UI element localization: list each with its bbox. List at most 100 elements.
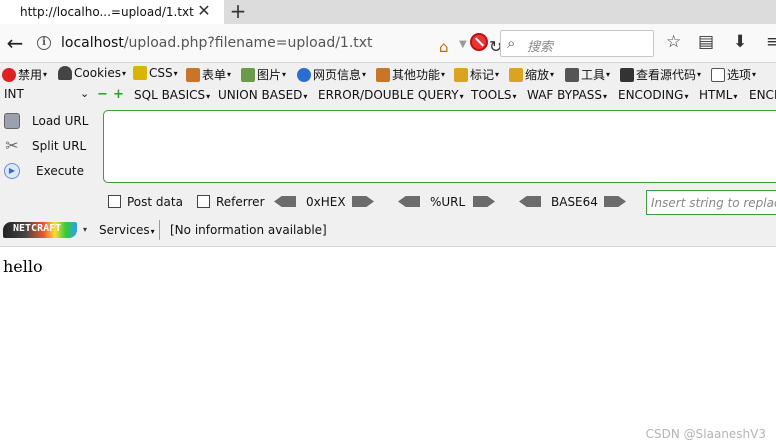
separator: [159, 220, 160, 240]
menu-label: 图片: [257, 68, 282, 82]
increment-icon[interactable]: +: [113, 87, 124, 102]
split-url-label: Split URL: [32, 139, 87, 153]
menu-cookies[interactable]: Cookies ▾: [58, 66, 126, 80]
menu-label: 工具: [581, 68, 606, 82]
url-text[interactable]: localhost/upload.php?filename=upload/1.t…: [61, 35, 373, 51]
view-source-icon: [620, 67, 634, 82]
hackbar-label: TOOLS: [471, 88, 512, 102]
hackbar-label: ENCODING: [618, 88, 684, 102]
menu-label: 禁用: [18, 68, 43, 82]
url-decode-arrow-icon[interactable]: [398, 196, 420, 207]
url-textarea[interactable]: [103, 110, 776, 183]
referrer-label: Referrer: [216, 195, 265, 209]
menu-label: CSS: [149, 66, 173, 80]
hackbar-encryption[interactable]: ENCI: [749, 88, 776, 102]
tab-title: http://localho...=upload/1.txt: [20, 5, 194, 19]
url-dropdown-icon[interactable]: ▼: [459, 39, 467, 50]
netcraft-bar: NETCRAFT ▾ Services▾ [No information ava…: [0, 216, 776, 244]
insert-string-input[interactable]: Insert string to replace: [646, 190, 776, 215]
menu-options[interactable]: 选项 ▾: [711, 66, 756, 83]
hex-decode-arrow-icon[interactable]: [274, 196, 296, 207]
url-bar[interactable]: localhost/upload.php?filename=upload/1.t…: [57, 30, 502, 58]
services-menu[interactable]: Services▾: [99, 223, 155, 237]
close-tab-icon[interactable]: ✕: [195, 2, 213, 20]
hackbar-label: ENCI: [749, 88, 776, 102]
home-icon[interactable]: ⌂: [439, 38, 449, 56]
base64-encode-arrow-icon[interactable]: [604, 196, 626, 207]
menu-label: 标记: [470, 68, 495, 82]
hackbar-union-based[interactable]: UNION BASED▾: [218, 88, 307, 102]
menu-label: 其他功能: [392, 68, 441, 82]
info-icon: [297, 67, 311, 82]
load-url-icon: [4, 113, 20, 129]
menu-page-info[interactable]: 网页信息 ▾: [297, 66, 366, 83]
hackbar-panel: Load URL ✂ Split URL ▶ Execute Post data…: [0, 106, 776, 246]
hackbar-sql-basics[interactable]: SQL BASICS▾: [134, 88, 210, 102]
pencil-icon: [454, 67, 468, 82]
hackbar-encoding[interactable]: ENCODING▾: [618, 88, 688, 102]
menu-label: 缩放: [525, 68, 550, 82]
hex-encode-arrow-icon[interactable]: [352, 196, 374, 207]
search-box[interactable]: ⌕ 搜索: [500, 30, 654, 57]
menu-label: Cookies: [74, 66, 121, 80]
noscript-icon[interactable]: [470, 33, 488, 51]
back-button[interactable]: ←: [2, 31, 28, 57]
options-icon: [711, 67, 725, 82]
web-developer-toolbar: 禁用 ▾ Cookies ▾ CSS ▾ 表单 ▾ 图片 ▾ 网页信息 ▾ 其他功能 ▾ 标记…: [0, 63, 776, 85]
menu-forms[interactable]: 表单 ▾: [186, 66, 231, 83]
split-url-button[interactable]: ✂ Split URL: [0, 134, 100, 158]
site-info-icon[interactable]: i: [37, 36, 51, 50]
referrer-checkbox[interactable]: [197, 195, 210, 208]
misc-icon: [376, 67, 390, 82]
base64-decode-arrow-icon[interactable]: [519, 196, 541, 207]
hackbar-waf-bypass[interactable]: WAF BYPASS▾: [527, 88, 607, 102]
hackbar-label: WAF BYPASS: [527, 88, 602, 102]
options-row: Post data Referrer 0xHEX %URL BASE64 Ins…: [0, 188, 776, 215]
menu-tools[interactable]: 工具 ▾: [565, 66, 610, 83]
services-label: Services: [99, 223, 150, 237]
url-encode-arrow-icon[interactable]: [473, 196, 495, 207]
netcraft-logo[interactable]: NETCRAFT: [3, 222, 77, 238]
chevron-down-icon: ⌄: [80, 87, 90, 100]
type-select[interactable]: INT ⌄: [4, 87, 90, 104]
menu-resize[interactable]: 缩放 ▾: [509, 66, 554, 83]
post-data-checkbox[interactable]: [108, 195, 121, 208]
menu-view-source[interactable]: 查看源代码 ▾: [620, 66, 701, 83]
reading-list-icon[interactable]: ▤: [698, 32, 714, 52]
navigation-bar: ← i localhost/upload.php?filename=upload…: [0, 24, 776, 63]
menu-misc[interactable]: 其他功能 ▾: [376, 66, 445, 83]
menu-css[interactable]: CSS ▾: [133, 66, 178, 80]
browser-tab[interactable]: http://localho...=upload/1.txt ✕: [0, 0, 224, 24]
new-tab-button[interactable]: +: [228, 0, 248, 24]
hackbar-menu: INT ⌄ − + SQL BASICS▾ UNION BASED▾ ERROR…: [0, 85, 776, 106]
search-icon: ⌕: [507, 34, 516, 52]
hackbar-html[interactable]: HTML▾: [699, 88, 737, 102]
menu-images[interactable]: 图片 ▾: [241, 66, 286, 83]
cookies-icon: [58, 66, 72, 80]
play-icon: ▶: [4, 163, 20, 179]
execute-label: Execute: [36, 164, 84, 178]
menu-outline[interactable]: 标记 ▾: [454, 66, 499, 83]
menu-icon[interactable]: ≡: [766, 32, 776, 52]
download-icon[interactable]: ⬇: [733, 32, 747, 52]
hackbar-label: ERROR/DOUBLE QUERY: [318, 88, 459, 102]
hackbar-label: HTML: [699, 88, 733, 102]
menu-label: 表单: [202, 68, 227, 82]
bookmark-star-icon[interactable]: ☆: [666, 32, 681, 52]
scissors-icon: ✂: [5, 136, 19, 155]
type-select-value: INT: [4, 87, 24, 101]
menu-label: 网页信息: [313, 68, 362, 82]
page-body-text: hello: [3, 257, 43, 276]
load-url-button[interactable]: Load URL: [0, 109, 100, 133]
menu-disable[interactable]: 禁用 ▾: [2, 66, 47, 83]
watermark: CSDN @SlaaneshV3: [645, 427, 766, 441]
hackbar-error-double[interactable]: ERROR/DOUBLE QUERY▾: [318, 88, 464, 102]
url-encode-label: %URL: [430, 195, 466, 209]
execute-button[interactable]: ▶ Execute: [0, 159, 100, 183]
hackbar-tools[interactable]: TOOLS▾: [471, 88, 517, 102]
decrement-icon[interactable]: −: [97, 87, 108, 102]
netcraft-dropdown-icon[interactable]: ▾: [83, 225, 87, 234]
netcraft-logo-text: NETCRAFT: [13, 223, 62, 234]
menu-label: 选项: [727, 68, 752, 82]
site-info-text: [No information available]: [170, 223, 327, 237]
